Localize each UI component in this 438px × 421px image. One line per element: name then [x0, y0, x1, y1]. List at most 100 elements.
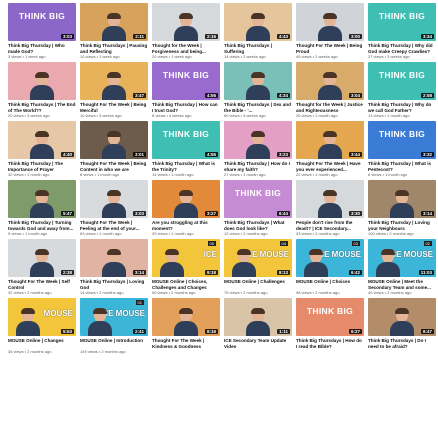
video-title[interactable]: Think Big Thursday | The Importance of P…	[8, 161, 76, 172]
video-card[interactable]: 3:44 Thought For The Week | Have you ever…	[296, 121, 364, 177]
video-card[interactable]: 3:14 Think Big Thursday | Loving your Nei…	[368, 180, 436, 236]
video-card[interactable]: 2:38 Thought For The Week | Self Control 3…	[8, 239, 76, 295]
video-card[interactable]: 4:43 Think Big Thursdays | Suffering 14 vi…	[224, 3, 292, 59]
video-title[interactable]: MOUSE Online | Meet the Secondary Team a…	[368, 279, 436, 290]
video-title[interactable]: Thought For The Week | Self Control	[8, 279, 76, 290]
video-title[interactable]: Thought For The Week | Have you ever exp…	[296, 161, 364, 172]
video-card[interactable]: 3:27 Are you struggling at this moment? 39…	[152, 180, 220, 236]
video-card[interactable]: 8:16 Thought For The Week | Kindness & Go…	[152, 298, 220, 354]
video-thumbnail[interactable]: 3:27	[152, 180, 220, 218]
video-card[interactable]: 3:03 Thought For The Week | Feeling at th…	[80, 180, 148, 236]
video-title[interactable]: Are you struggling at this moment?	[152, 220, 220, 231]
video-card[interactable]: MOUSE 5:53 MOUSE Online | Changes 36 views …	[8, 298, 76, 354]
video-card[interactable]: 5:47 Think Big Thursday | Turning towards…	[8, 180, 76, 236]
video-thumbnail[interactable]: 3:00	[296, 3, 364, 41]
video-title[interactable]: Think Big Thursday | Loving your Neighbo…	[368, 220, 436, 231]
video-thumbnail[interactable]: 3:03	[80, 180, 148, 218]
video-card[interactable]: THINK BIG 2:58 Think Big Thursday | Why do…	[368, 62, 436, 118]
video-card[interactable]: THINK BIG 6:27 Think Big Thursdays | How d…	[296, 298, 364, 354]
video-card[interactable]: 3:30 People don't rise from the dead!? | …	[296, 180, 364, 236]
video-thumbnail[interactable]: 4:34	[224, 62, 292, 100]
video-title[interactable]: MOUSE Online | Changes	[8, 338, 76, 349]
video-title[interactable]: Think Big Thursday | Turning towards God…	[8, 220, 76, 231]
video-title[interactable]: MOUSE Online | Choices	[296, 279, 364, 290]
video-title[interactable]: Think Big Thursdays | Sex and the Bible …	[224, 102, 292, 113]
video-card[interactable]: THINK BIG 4:55 Think Big Thursday | What i…	[152, 121, 220, 177]
video-title[interactable]: Think Big Thursday | How can I trust God…	[152, 102, 220, 113]
video-title[interactable]: MOUSE Online | Introduction	[80, 338, 148, 349]
video-card[interactable]: THINK BIG 6:44 Think Big Thursdays | What …	[224, 180, 292, 236]
video-title[interactable]: People don't rise from the dead!? | ICE …	[296, 220, 364, 231]
video-card[interactable]: 3:04 Thought for the Week | Justice and R…	[296, 62, 364, 118]
video-card[interactable]: 2:16 Thought for the Week | Forgiveness a…	[152, 3, 220, 59]
video-thumbnail[interactable]: 2:11	[80, 3, 148, 41]
video-thumbnail[interactable]: ICE MOUSE 02 11:03	[368, 239, 436, 277]
video-card[interactable]: ICE 05 9:18 MOUSE Online | Choices, Challen…	[152, 239, 220, 295]
video-title[interactable]: MOUSE Online | Challenges	[224, 279, 292, 290]
video-title[interactable]: Think Big Thursdays | What does God look…	[224, 220, 292, 231]
video-card[interactable]: THINK BIG 3:32 Think Big Thursday | What i…	[368, 121, 436, 177]
video-thumbnail[interactable]: 1:11	[224, 298, 292, 336]
video-title[interactable]: ICE Secondary Team Update Video	[224, 338, 292, 349]
video-thumbnail[interactable]: 2:16	[152, 3, 220, 41]
video-thumbnail[interactable]: THINK BIG 3:32	[368, 121, 436, 159]
video-title[interactable]: Thought for the Week | Justice and Right…	[296, 102, 364, 113]
video-title[interactable]: Think Big Thursday | How do I share my f…	[224, 161, 292, 172]
video-title[interactable]: Think Big Thursday | Why do we call God …	[368, 102, 436, 113]
video-thumbnail[interactable]: THINK BIG 3:03	[8, 3, 76, 41]
video-thumbnail[interactable]: 2:38	[8, 239, 76, 277]
video-card[interactable]: 3:14 Think Big Thursdays | Loving God 14 v…	[80, 239, 148, 295]
video-thumbnail[interactable]: ICE 05 9:18	[152, 239, 220, 277]
video-card[interactable]: ICE MOUSE 01 2:41 MOUSE Online | Introducti…	[80, 298, 148, 354]
video-thumbnail[interactable]: 8:16	[152, 298, 220, 336]
video-thumbnail[interactable]: THINK BIG 6:44	[224, 180, 292, 218]
video-thumbnail[interactable]: THINK BIG 2:58	[368, 62, 436, 100]
video-title[interactable]: Thought For The Week | Feeling at the en…	[80, 220, 148, 231]
video-title[interactable]: Thought For The Week | Being Proud	[296, 43, 364, 54]
video-card[interactable]: Think Big Thursdays | The End of The Wor…	[8, 62, 76, 118]
video-title[interactable]: Think Big Thursday | Why did God make Cr…	[368, 43, 436, 54]
video-card[interactable]: 6:47 Think Big Thursdays | Do I need to b…	[368, 298, 436, 354]
video-title[interactable]: Think Big Thursdays | The End of The Wor…	[8, 102, 76, 113]
video-thumbnail[interactable]: 3:14	[368, 180, 436, 218]
video-title[interactable]: Think Big Thursdays | Pausing and Reflec…	[80, 43, 148, 54]
video-thumbnail[interactable]: ICE MOUSE 04 8:13	[224, 239, 292, 277]
video-thumbnail[interactable]: 3:14	[80, 239, 148, 277]
video-card[interactable]: 2:11 Think Big Thursdays | Pausing and Re…	[80, 3, 148, 59]
video-title[interactable]: Think Big Thursdays | How do I read the …	[296, 338, 364, 349]
video-title[interactable]: Thought For The Week | Being Merciful	[80, 102, 148, 113]
video-title[interactable]: Thought For The Week | Kindness & Goodne…	[152, 338, 220, 349]
video-card[interactable]: 1:11 ICE Secondary Team Update Video	[224, 298, 292, 354]
video-thumbnail[interactable]: THINK BIG 3:34	[368, 3, 436, 41]
video-thumbnail[interactable]: 3:30	[296, 180, 364, 218]
video-card[interactable]: ICE MOUSE 03 6:42 MOUSE Online | Choices 98 …	[296, 239, 364, 295]
video-card[interactable]: 3:01 Thought For The Week | Being Content…	[80, 121, 148, 177]
video-title[interactable]: MOUSE Online | Choices, Challenges and C…	[152, 279, 220, 290]
video-card[interactable]: 3:47 Thought For The Week | Being Mercifu…	[80, 62, 148, 118]
video-thumbnail[interactable]: ICE MOUSE 03 6:42	[296, 239, 364, 277]
video-card[interactable]: THINK BIG 3:03 Think Big Thursday | Who ma…	[8, 3, 76, 59]
video-title[interactable]: Thought For The Week | Being Content in …	[80, 161, 148, 172]
video-thumbnail[interactable]: 3:47	[80, 62, 148, 100]
video-title[interactable]: Think Big Thursdays | Do I need to be af…	[368, 338, 436, 349]
video-thumbnail[interactable]: MOUSE 5:53	[8, 298, 76, 336]
video-title[interactable]: Think Big Thursdays | Loving God	[80, 279, 148, 290]
video-thumbnail[interactable]: 4:43	[224, 3, 292, 41]
video-thumbnail[interactable]: ICE MOUSE 01 2:41	[80, 298, 148, 336]
video-thumbnail[interactable]: 3:01	[80, 121, 148, 159]
video-thumbnail[interactable]: THINK BIG 4:56	[152, 62, 220, 100]
video-thumbnail[interactable]: 6:47	[368, 298, 436, 336]
video-thumbnail[interactable]: 3:44	[296, 121, 364, 159]
video-card[interactable]: 3:00 Thought For The Week | Being Proud 49…	[296, 3, 364, 59]
video-title[interactable]: Think Big Thursday | Who made God?	[8, 43, 76, 54]
video-card[interactable]: THINK BIG 3:34 Think Big Thursday | Why di…	[368, 3, 436, 59]
video-card[interactable]: ICE MOUSE 04 8:13 MOUSE Online | Challenges…	[224, 239, 292, 295]
video-thumbnail[interactable]: 3:23	[224, 121, 292, 159]
video-title[interactable]: Think Big Thursday | What is the Trinity…	[152, 161, 220, 172]
video-card[interactable]: THINK BIG 4:56 Think Big Thursday | How ca…	[152, 62, 220, 118]
video-thumbnail[interactable]: 4:40	[8, 121, 76, 159]
video-thumbnail[interactable]: 5:47	[8, 180, 76, 218]
video-thumbnail[interactable]: 3:04	[296, 62, 364, 100]
video-title[interactable]: Thought for the Week | Forgiveness and b…	[152, 43, 220, 54]
video-title[interactable]: Think Big Thursdays | Suffering	[224, 43, 292, 54]
